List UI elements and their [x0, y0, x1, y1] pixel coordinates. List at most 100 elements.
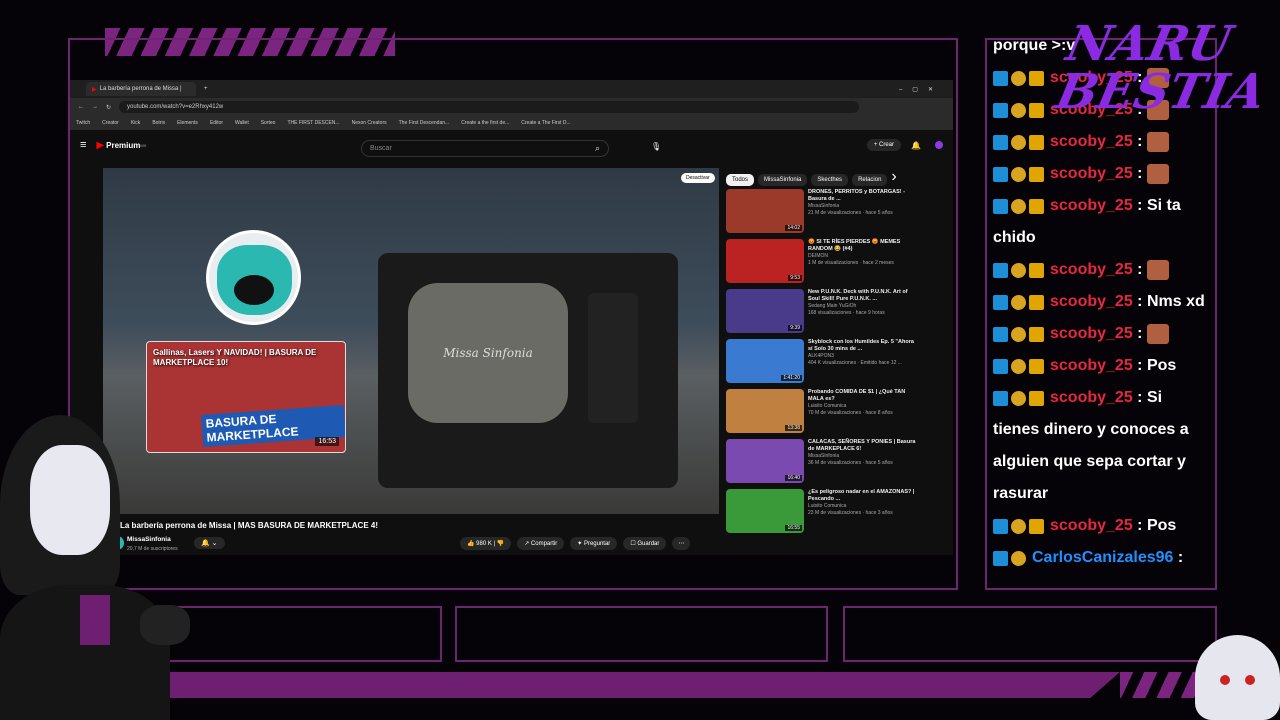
endcard-duration: 16:53: [315, 437, 339, 446]
bookmark-item[interactable]: Editor: [210, 120, 223, 126]
bookmark-item[interactable]: Create a the first de...: [461, 120, 509, 126]
address-bar[interactable]: youtube.com/watch?v=e2Rhxy412w: [119, 101, 860, 113]
ambient-toggle[interactable]: Desactivar: [681, 173, 715, 183]
video-thumbnail[interactable]: 14:02: [726, 189, 804, 233]
chip-skecthes[interactable]: Skecthes: [811, 174, 849, 186]
video-channel[interactable]: MissaSinfonia: [808, 203, 916, 210]
bookmark-item[interactable]: Creator: [102, 120, 119, 126]
bell-icon[interactable]: 🔔: [911, 141, 921, 150]
recommendation-item[interactable]: 1:41:20 Skyblock con los Humildes Ep. 5 "…: [726, 339, 916, 386]
bookmark-item[interactable]: Elements: [177, 120, 198, 126]
video-thumbnail[interactable]: 16:55: [726, 489, 804, 533]
crown-badge-icon: [1029, 518, 1044, 534]
browser-tab[interactable]: ▶ La barbería perrona de Missa |: [86, 82, 196, 96]
save-button[interactable]: ☐ Guardar: [623, 537, 667, 550]
video-title[interactable]: DRONES, PERRITOS y BOTARGAS! - Basura de…: [808, 189, 916, 203]
crown-badge-icon: [1029, 198, 1044, 214]
video-channel[interactable]: ALK4PON3: [808, 353, 916, 360]
brand-label: Premium: [106, 140, 141, 150]
chip-todos[interactable]: Todos: [726, 174, 755, 186]
chat-username[interactable]: scooby_25: [1050, 353, 1133, 379]
avatar[interactable]: [935, 141, 943, 149]
search-icon[interactable]: ⌕: [595, 143, 600, 154]
video-channel[interactable]: Sedang Main YuGiOh: [808, 303, 916, 310]
video-meta: 70 M de visualizaciones · hace 8 años: [808, 410, 893, 416]
vip-badge-icon: [993, 326, 1008, 342]
share-button[interactable]: ↗ Compartir: [517, 537, 565, 550]
chat-username[interactable]: scooby_25: [1050, 289, 1133, 315]
chat-text: : Si: [1132, 389, 1163, 406]
channel-avatar-endcard[interactable]: [206, 230, 301, 325]
video-meta: 404 K visualizaciones · Emitido hace 12 …: [808, 360, 902, 366]
mic-icon[interactable]: 🎙: [651, 142, 661, 151]
like-button[interactable]: 👍 980 K | 👎: [460, 537, 512, 550]
recommendation-item[interactable]: 14:02 DRONES, PERRITOS y BOTARGAS! - Basu…: [726, 189, 916, 236]
new-tab-icon[interactable]: +: [204, 86, 208, 92]
chat-username[interactable]: scooby_25: [1050, 321, 1133, 347]
video-channel[interactable]: Luisito Comunica: [808, 503, 916, 510]
video-thumbnail[interactable]: 9:39: [726, 289, 804, 333]
video-thumbnail[interactable]: 13:38: [726, 389, 804, 433]
chevron-right-icon[interactable]: ›: [891, 168, 896, 185]
chat-username[interactable]: scooby_25: [1050, 257, 1133, 283]
video-title[interactable]: 😡 SI TE RÍES PIERDES 😡 MEMES RANDOM 😂 (#…: [808, 239, 916, 253]
crown-badge-icon: [1029, 294, 1044, 310]
bookmark-item[interactable]: Nexon Creators: [352, 120, 387, 126]
bookmark-item[interactable]: Create a The First D...: [521, 120, 570, 126]
reload-icon[interactable]: ↻: [106, 104, 111, 111]
recommendation-item[interactable]: 9:39 New P.U.N.K. Deck with P.U.N.K. Art …: [726, 289, 916, 336]
video-title[interactable]: ¿Es peligroso nadar en el AMAZONAS? | Pe…: [808, 489, 916, 503]
back-icon[interactable]: ←: [78, 104, 84, 110]
video-thumbnail[interactable]: 9:53: [726, 239, 804, 283]
browser-window: ▶ La barbería perrona de Missa | + –▢✕ ← →…: [70, 80, 953, 555]
chat-username[interactable]: scooby_25: [1050, 193, 1133, 219]
chat-username[interactable]: scooby_25: [1050, 513, 1133, 539]
create-button[interactable]: + Crear: [866, 139, 902, 151]
recommendation-item[interactable]: 13:38 Probando COMIDA DE $1 | ¿Qué TAN MA…: [726, 389, 916, 436]
youtube-logo-icon[interactable]: ▶: [96, 140, 104, 151]
bookmark-item[interactable]: The First Descendan...: [399, 120, 450, 126]
bookmark-item[interactable]: THE FIRST DESCEN...: [287, 120, 339, 126]
vtuber-avatar-left: [0, 415, 200, 720]
tab-bar: ▶ La barbería perrona de Missa | + –▢✕: [70, 80, 953, 98]
bookmark-item[interactable]: Kick: [131, 120, 140, 126]
video-title[interactable]: Skyblock con los Humildes Ep. 5 "Ahora s…: [808, 339, 916, 353]
streamer-logo: NARU BESTIA: [1047, 16, 1280, 140]
chat-username[interactable]: scooby_25: [1050, 385, 1133, 411]
video-duration: 16:40: [785, 475, 802, 481]
video-thumbnail[interactable]: 16:40: [726, 439, 804, 483]
chip-bar: Todos MissaSinfonia Skecthes Relacion ›: [726, 168, 916, 186]
forward-icon[interactable]: →: [92, 104, 98, 110]
video-info: 😡 SI TE RÍES PIERDES 😡 MEMES RANDOM 😂 (#…: [808, 239, 916, 286]
chat-text: chido: [993, 229, 1036, 246]
recommendation-item[interactable]: 16:55 ¿Es peligroso nadar en el AMAZONAS?…: [726, 489, 916, 536]
bookmark-item[interactable]: Wallet: [235, 120, 249, 126]
menu-icon[interactable]: ≡: [80, 139, 86, 151]
video-channel[interactable]: MissaSinfonia: [808, 453, 916, 460]
chat-username[interactable]: scooby_25: [1050, 161, 1133, 187]
chip-missasinfonia[interactable]: MissaSinfonia: [758, 174, 808, 186]
video-channel[interactable]: Luisito Comunica: [808, 403, 916, 410]
ask-button[interactable]: ✦ Preguntar: [570, 537, 618, 550]
vip-badge-icon: [993, 262, 1008, 278]
more-actions-icon[interactable]: ⋯: [672, 537, 691, 550]
window-controls[interactable]: –▢✕: [899, 86, 943, 93]
bookmark-item[interactable]: Sorteo: [261, 120, 276, 126]
video-title[interactable]: CALACAS, SEÑORES Y PONIES | Basura de MA…: [808, 439, 916, 453]
chat-message: scooby_25 : Si: [993, 382, 1221, 414]
bookmark-item[interactable]: Botrix: [152, 120, 165, 126]
chat-username[interactable]: CarlosCanizales96: [1032, 545, 1173, 571]
search-input[interactable]: Buscar ⌕: [361, 140, 609, 157]
video-meta: 36 M de visualizaciones · hace 5 años: [808, 460, 893, 466]
video-duration: 16:55: [785, 525, 802, 531]
chat-message: scooby_25 :: [993, 318, 1221, 350]
chip-relacion[interactable]: Relacion: [852, 174, 888, 186]
video-channel[interactable]: DEIMON: [808, 253, 916, 260]
bookmark-item[interactable]: Twitch: [76, 120, 90, 126]
video-title[interactable]: Probando COMIDA DE $1 | ¿Qué TAN MALA es…: [808, 389, 916, 403]
crown-badge-icon: [1029, 166, 1044, 182]
recommendation-item[interactable]: 9:53 😡 SI TE RÍES PIERDES 😡 MEMES RANDOM …: [726, 239, 916, 286]
video-title[interactable]: New P.U.N.K. Deck with P.U.N.K. Art of S…: [808, 289, 916, 303]
recommendation-item[interactable]: 16:40 CALACAS, SEÑORES Y PONIES | Basura …: [726, 439, 916, 486]
video-thumbnail[interactable]: 1:41:20: [726, 339, 804, 383]
